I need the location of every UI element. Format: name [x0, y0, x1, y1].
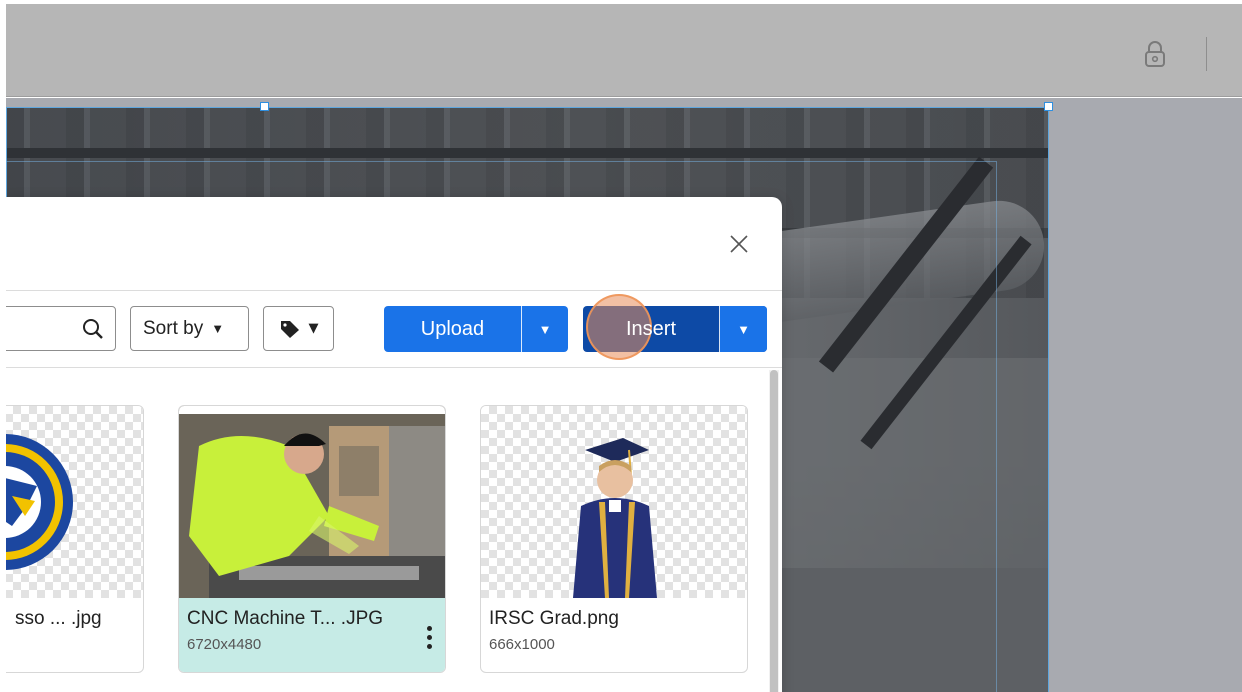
image-card[interactable]: sso ... .jpg — [6, 405, 144, 673]
more-options-icon[interactable] — [427, 626, 433, 650]
media-library-modal: Sort by ▼ ▼ Upload ▼ Insert ▼ sso ... .j… — [6, 197, 782, 692]
insert-split-button: Insert ▼ — [583, 306, 767, 352]
toolbar-divider — [6, 367, 782, 368]
image-dimensions: 6720x4480 — [187, 636, 262, 653]
image-card-footer: IRSC Grad.png 666x1000 — [481, 598, 747, 672]
image-card[interactable]: IRSC Grad.png 666x1000 — [480, 405, 748, 673]
cnc-machine-photo — [179, 406, 445, 598]
caret-down-icon: ▼ — [308, 321, 319, 336]
caret-down-icon: ▼ — [211, 321, 225, 336]
top-toolbar — [0, 4, 1242, 97]
scrollbar-thumb[interactable] — [770, 370, 778, 692]
upload-options-caret-icon[interactable]: ▼ — [522, 306, 568, 352]
image-card[interactable]: CNC Machine T... .JPG 6720x4480 — [178, 405, 446, 673]
image-thumbnail — [6, 406, 143, 598]
sort-by-label: Sort by — [143, 317, 204, 339]
upload-button[interactable]: Upload — [384, 306, 521, 352]
resize-handle-top[interactable] — [260, 102, 269, 111]
tag-icon — [280, 320, 299, 338]
tag-filter-dropdown[interactable]: ▼ — [263, 306, 334, 351]
image-card-footer: sso ... .jpg — [6, 598, 143, 672]
left-edge — [0, 0, 6, 692]
image-name: IRSC Grad.png — [489, 608, 619, 629]
image-name: sso ... .jpg — [15, 608, 102, 629]
header-divider — [6, 290, 782, 291]
image-dimensions: 666x1000 — [489, 636, 555, 653]
resize-handle-top-right[interactable] — [1044, 102, 1053, 111]
sort-by-dropdown[interactable]: Sort by ▼ — [130, 306, 249, 351]
image-name: CNC Machine T... .JPG — [187, 608, 384, 629]
search-icon[interactable] — [82, 318, 104, 340]
image-card-footer: CNC Machine T... .JPG 6720x4480 — [179, 598, 445, 672]
insert-button[interactable]: Insert — [583, 306, 719, 352]
insert-options-caret-icon[interactable]: ▼ — [720, 306, 767, 352]
graduate-photo — [573, 438, 657, 598]
close-icon[interactable] — [728, 233, 750, 255]
toolbar-divider — [1206, 37, 1207, 71]
alumni-logo-image — [6, 434, 73, 570]
lock-icon[interactable] — [1143, 40, 1167, 68]
image-thumbnail — [179, 406, 445, 598]
image-thumbnail — [481, 406, 747, 598]
upload-split-button: Upload ▼ — [384, 306, 568, 352]
